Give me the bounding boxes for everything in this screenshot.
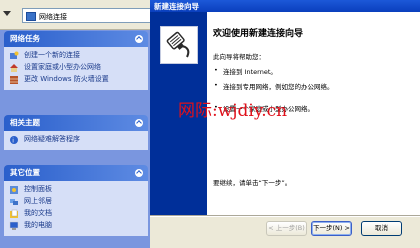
network-connections-icon bbox=[26, 12, 36, 21]
bullet-item: 连接到专用网络，例如您的办公网络。 bbox=[214, 81, 333, 91]
link-my-computer[interactable]: 我的电脑 bbox=[9, 221, 145, 231]
next-button[interactable]: 下一步(N) > bbox=[311, 221, 352, 236]
wizard-heading: 欢迎使用新建连接向导 bbox=[213, 29, 304, 39]
network-places-icon bbox=[10, 199, 18, 205]
address-bar: 网络连接 bbox=[0, 0, 152, 30]
bullet-item: 连接到 Internet。 bbox=[214, 66, 277, 76]
help-icon: i bbox=[10, 136, 18, 145]
link-control-panel[interactable]: 控制面板 bbox=[9, 185, 145, 195]
button-separator bbox=[150, 215, 420, 217]
watermark-text: 网际:wjdiy.cn bbox=[178, 101, 288, 121]
collapse-chevron-icon[interactable] bbox=[135, 35, 143, 43]
panel-header[interactable]: 相关主题 bbox=[4, 115, 148, 131]
window-title: 新建连接向导 bbox=[154, 2, 199, 11]
panel-network-tasks: 网络任务 创建一个新的连接 设置家庭或小型办公网络 更改 Windows 防火墙… bbox=[4, 31, 148, 90]
task-create-connection[interactable]: 创建一个新的连接 bbox=[9, 51, 145, 61]
panel-other-places: 其它位置 控制面板 网上邻居 我的文档 我的电脑 bbox=[4, 165, 148, 236]
task-home-network[interactable]: 设置家庭或小型办公网络 bbox=[9, 63, 145, 73]
panel-title: 网络任务 bbox=[10, 34, 40, 43]
cancel-button[interactable]: 取消 bbox=[361, 221, 402, 236]
new-connection-icon bbox=[10, 51, 19, 59]
firewall-icon bbox=[10, 76, 18, 84]
continue-instruction: 要继续，请单击“下一步”。 bbox=[213, 179, 292, 187]
panel-title: 相关主题 bbox=[10, 118, 40, 127]
panel-related-topics: 相关主题 i 网络疑难解答程序 bbox=[4, 115, 148, 150]
back-button[interactable]: < 上一步(B) bbox=[266, 221, 307, 236]
collapse-chevron-icon[interactable] bbox=[135, 119, 143, 127]
address-input[interactable]: 网络连接 bbox=[22, 8, 152, 23]
home-network-icon bbox=[10, 64, 18, 72]
collapse-chevron-icon[interactable] bbox=[135, 169, 143, 177]
panel-header[interactable]: 其它位置 bbox=[4, 165, 148, 181]
my-documents-icon bbox=[10, 209, 18, 218]
task-firewall[interactable]: 更改 Windows 防火墙设置 bbox=[9, 75, 145, 85]
title-bar[interactable]: 新建连接向导 bbox=[150, 0, 420, 12]
explorer-pane: 网络连接 网络任务 创建一个新的连接 设置家庭或小型办公网络 更改 Window… bbox=[0, 0, 152, 248]
task-troubleshooter[interactable]: i 网络疑难解答程序 bbox=[9, 135, 145, 145]
new-connection-wizard: 新建连接向导 欢迎使用新建连接向导 此向导将帮助您： 连接到 Internet。… bbox=[150, 0, 420, 248]
link-my-documents[interactable]: 我的文档 bbox=[9, 209, 145, 219]
address-text: 网络连接 bbox=[39, 13, 67, 21]
panel-title: 其它位置 bbox=[10, 168, 40, 177]
my-computer-icon bbox=[9, 221, 19, 230]
control-panel-icon bbox=[10, 186, 18, 194]
back-arrow-icon[interactable] bbox=[3, 11, 11, 16]
link-network-places[interactable]: 网上邻居 bbox=[9, 197, 145, 207]
panel-header[interactable]: 网络任务 bbox=[4, 31, 148, 47]
network-cable-icon bbox=[160, 26, 198, 64]
wizard-intro: 此向导将帮助您： bbox=[213, 53, 265, 61]
